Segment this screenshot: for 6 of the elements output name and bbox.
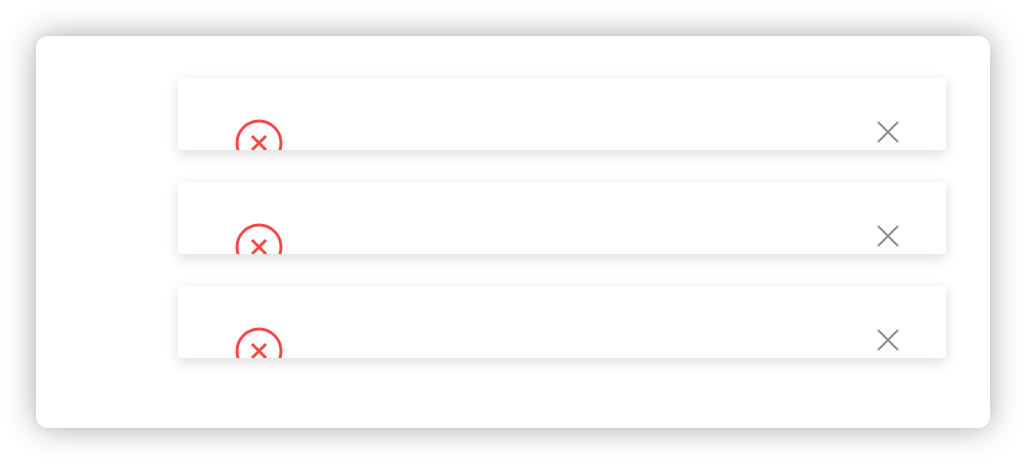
error-icon [235, 119, 283, 150]
error-icon [235, 223, 283, 254]
close-icon[interactable] [877, 121, 899, 143]
close-icon[interactable] [877, 329, 899, 351]
error-icon [235, 327, 283, 358]
close-icon[interactable] [877, 225, 899, 247]
